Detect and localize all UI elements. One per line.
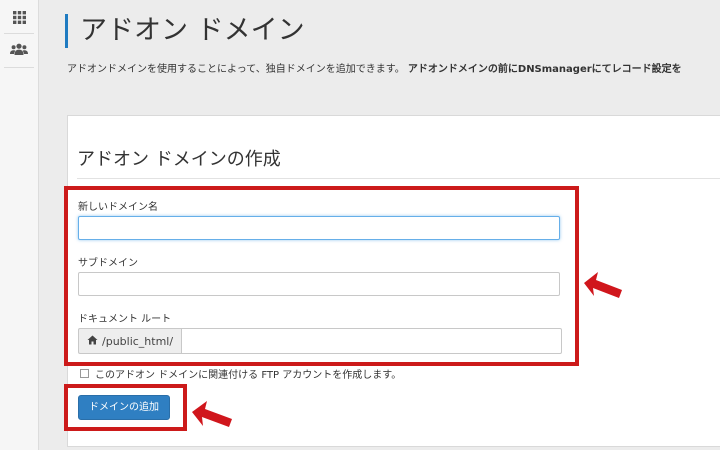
button-highlight-box [64,384,187,431]
fields-arrow-icon [584,272,622,298]
panel-divider [77,178,720,179]
ftp-checkbox-label: このアドオン ドメインに関連付ける FTP アカウントを作成します。 [95,370,402,381]
fields-highlight-box [64,186,579,366]
ftp-account-checkbox[interactable] [80,369,89,378]
ftp-checkbox-row[interactable]: このアドオン ドメインに関連付ける FTP アカウントを作成します。 [80,366,401,381]
users-icon[interactable] [0,32,38,66]
rail-divider [4,67,34,68]
panel-title: アドオン ドメインの作成 [77,149,281,170]
button-arrow-icon [192,401,232,427]
page-description: アドオンドメインを使用することによって、独自ドメインを追加できます。 アドオンド… [67,63,717,77]
page-title: アドオン ドメイン [65,14,305,48]
description-text: アドオンドメインを使用することによって、独自ドメインを追加できます。 [67,64,405,75]
description-bold-text: アドオンドメインの前にDNSmanagerにてレコード設定を [407,64,682,75]
left-icon-rail [0,0,39,450]
apps-grid-icon[interactable] [0,0,38,34]
